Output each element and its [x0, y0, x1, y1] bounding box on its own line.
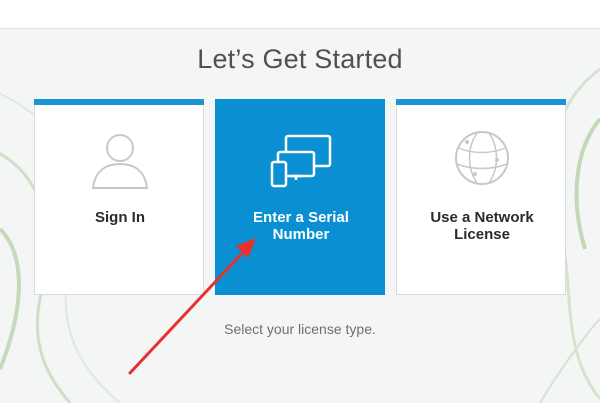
sign-in-card[interactable]: Sign In	[34, 99, 204, 295]
network-license-label-line1: Use a Network	[430, 209, 534, 226]
page-title: Let’s Get Started	[197, 44, 403, 74]
network-license-label-line2: License	[454, 226, 510, 243]
card-accent-bar	[396, 99, 566, 105]
globe-network-icon	[455, 131, 509, 185]
license-type-hint: Select your license type.	[224, 321, 376, 337]
card-accent-bar	[34, 99, 204, 105]
enter-serial-number-card[interactable]: Enter a Serial Number	[215, 99, 385, 295]
network-license-card[interactable]: Use a Network License	[396, 99, 566, 295]
enter-serial-label-line2: Number	[272, 226, 330, 243]
top-bar	[0, 0, 600, 29]
user-silhouette-icon	[91, 134, 149, 189]
devices-icon	[270, 134, 332, 188]
sign-in-label: Sign In	[95, 209, 145, 226]
enter-serial-label-line1: Enter a Serial	[253, 209, 349, 226]
